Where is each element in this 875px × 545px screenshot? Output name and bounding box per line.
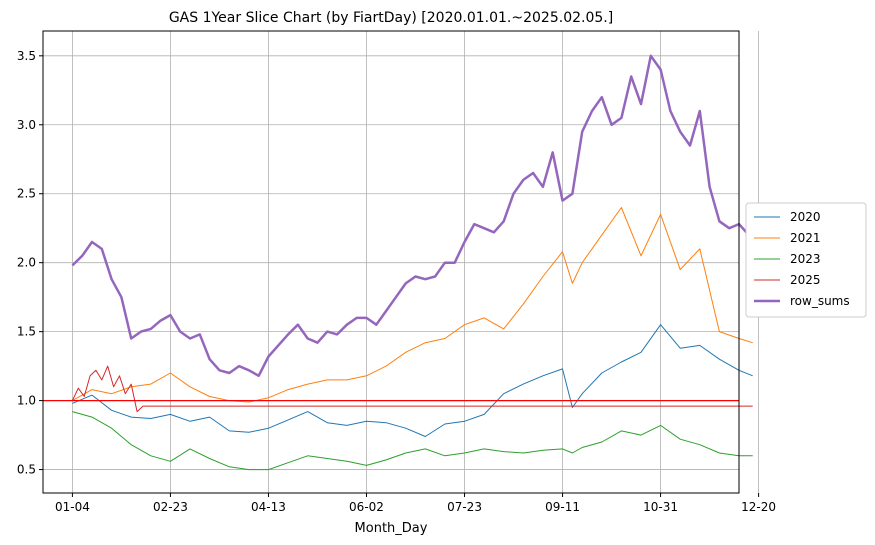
x-tick-label: 02-23	[153, 500, 188, 514]
series-line-row-sums	[71, 54, 753, 378]
y-axis: 0.5 1.0 1.5 2.0 2.5 3.0 3.5	[17, 49, 43, 477]
legend-label: row_sums	[790, 294, 850, 308]
grid-lines	[43, 31, 760, 493]
y-tick-label: 1.0	[17, 394, 36, 408]
x-axis: 01-04 02-23 04-13 06-02 07-23 09-11 10-31 12-20	[55, 493, 776, 514]
y-tick-label: 2.0	[17, 256, 36, 270]
x-tick-label: 06-02	[349, 500, 384, 514]
legend-label: 2020	[790, 210, 821, 224]
series-line-2020	[72, 324, 753, 437]
x-axis-label: Month_Day	[355, 521, 428, 536]
x-tick-label: 10-31	[643, 500, 678, 514]
y-tick-label: 3.0	[17, 118, 36, 132]
legend-label: 2023	[790, 252, 821, 266]
y-tick-label: 2.5	[17, 187, 36, 201]
series-line-2025	[71, 365, 753, 413]
chart-title: GAS 1Year Slice Chart (by FiartDay) [202…	[169, 10, 613, 26]
y-tick-label: 0.5	[17, 463, 36, 477]
series-line-2021	[72, 207, 753, 403]
legend-label: 2021	[790, 231, 821, 245]
y-tick-label: 1.5	[17, 325, 36, 339]
x-tick-label: 09-11	[545, 500, 580, 514]
chart: 01-04 02-23 04-13 06-02 07-23 09-11 10-31 12-20…	[17, 10, 867, 536]
legend: 2020 2021 2023 2025 row_sums	[745, 202, 867, 318]
x-tick-label: 12-20	[741, 500, 776, 514]
legend-label: 2025	[790, 273, 821, 287]
y-tick-label: 3.5	[17, 49, 36, 63]
x-tick-label: 04-13	[251, 500, 286, 514]
x-tick-label: 07-23	[447, 500, 482, 514]
x-tick-label: 01-04	[55, 500, 90, 514]
series-line-2023	[72, 411, 753, 471]
